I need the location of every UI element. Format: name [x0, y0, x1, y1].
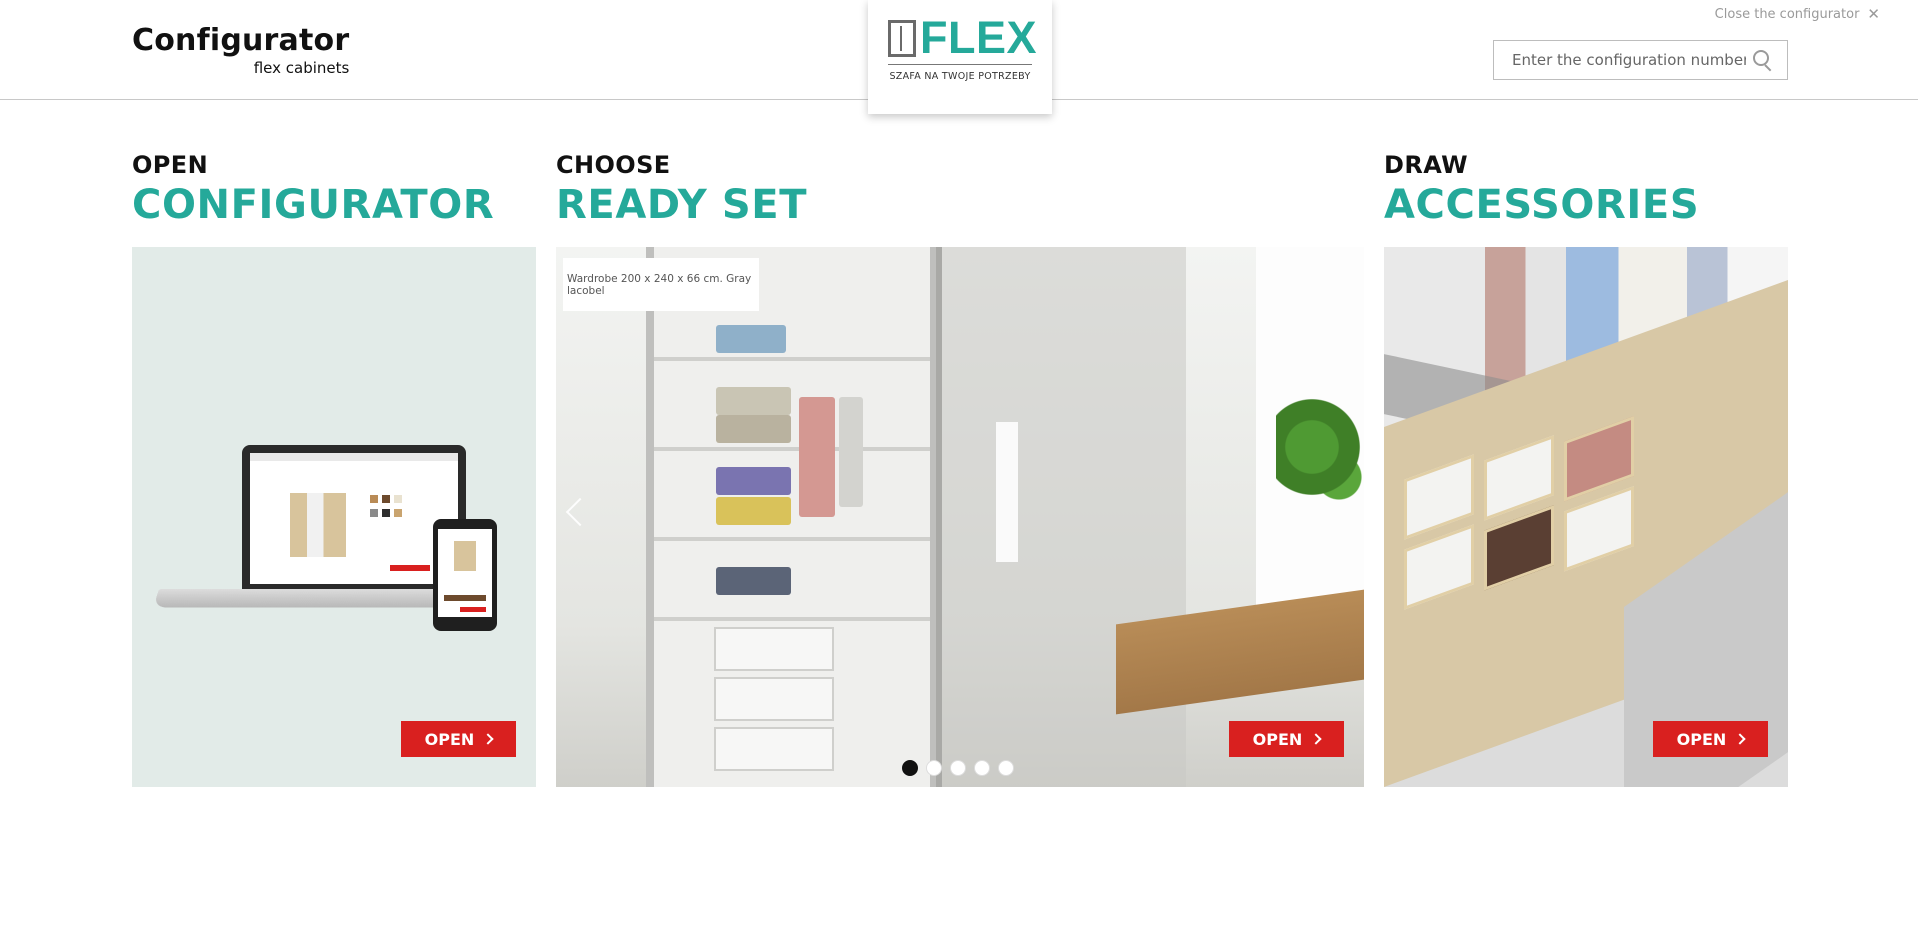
chevron-right-icon	[1734, 733, 1746, 745]
open-ready-set-button[interactable]: OPEN	[1229, 721, 1344, 757]
slide-caption: Wardrobe 200 x 240 x 66 cm. Gray lacobel	[563, 258, 759, 311]
wardrobe-interior	[646, 247, 936, 787]
brand-subtitle: flex cabinets	[253, 59, 350, 77]
configurator-heading-main: CONFIGURATOR	[132, 182, 495, 228]
carousel-dot[interactable]	[974, 760, 990, 776]
carousel-dot[interactable]	[902, 760, 918, 776]
header: Configurator flex cabinets FLEX SZAFA NA…	[0, 0, 1918, 114]
carousel-dot[interactable]	[950, 760, 966, 776]
chevron-right-icon	[482, 733, 494, 745]
brand[interactable]: Configurator flex cabinets	[132, 23, 350, 77]
flex-logo[interactable]: FLEX SZAFA NA TWOJE POTRZEBY	[868, 0, 1052, 114]
plant	[1276, 387, 1364, 537]
carousel-dot[interactable]	[998, 760, 1014, 776]
configurator-heading-pre: OPEN	[132, 151, 209, 179]
open-accessories-button[interactable]: OPEN	[1653, 721, 1768, 757]
open-ready-set-label: OPEN	[1252, 729, 1303, 749]
accessories-heading-pre: DRAW	[1384, 151, 1468, 179]
logo-word: FLEX	[920, 12, 1038, 63]
config-number-search	[1493, 40, 1788, 80]
configurator-panel[interactable]: OPEN	[132, 247, 536, 787]
ready-set-heading: CHOOSE READY SET	[556, 150, 807, 228]
configurator-heading: OPEN CONFIGURATOR	[132, 150, 494, 228]
chevron-right-icon	[1310, 733, 1322, 745]
ready-set-carousel[interactable]: Wardrobe 200 x 240 x 66 cm. Gray lacobel…	[556, 247, 1364, 787]
accessories-heading-main: ACCESSORIES	[1384, 182, 1700, 228]
brand-title: Configurator	[132, 23, 350, 58]
accessories-panel[interactable]: OPEN	[1384, 247, 1788, 787]
logo-tagline: SZAFA NA TWOJE POTRZEBY	[889, 71, 1031, 82]
open-accessories-label: OPEN	[1676, 729, 1727, 749]
close-configurator-label: Close the configurator	[1714, 7, 1860, 22]
config-number-input[interactable]	[1494, 42, 1746, 78]
close-icon[interactable]: ✕	[1867, 7, 1880, 22]
open-configurator-button[interactable]: OPEN	[401, 721, 516, 757]
ready-set-heading-main: READY SET	[556, 182, 808, 228]
open-configurator-label: OPEN	[424, 729, 475, 749]
door-light	[996, 422, 1018, 562]
laptop-base	[152, 589, 460, 608]
carousel-dots	[902, 760, 1014, 776]
carousel-dot[interactable]	[926, 760, 942, 776]
logo-divider	[888, 64, 1032, 65]
accessories-heading: DRAW ACCESSORIES	[1384, 150, 1699, 228]
ready-set-heading-pre: CHOOSE	[556, 151, 671, 179]
search-icon[interactable]	[1746, 45, 1776, 75]
close-configurator-link[interactable]: Close the configurator ✕	[1714, 7, 1880, 23]
phone-image	[433, 519, 497, 631]
wardrobe-logo-icon	[888, 20, 916, 57]
